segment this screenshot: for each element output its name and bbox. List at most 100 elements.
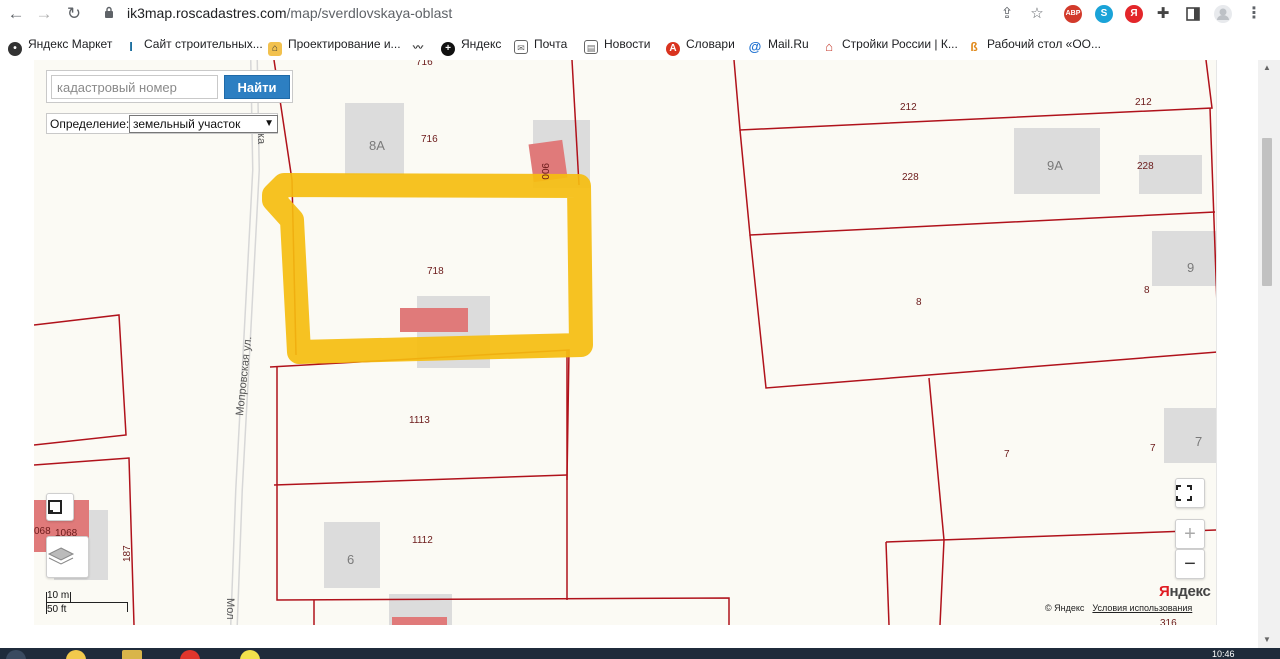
url-host: ik3map.roscadastres.com xyxy=(127,5,287,21)
house-number-8a: 8А xyxy=(369,138,385,153)
bookmark-workdesk[interactable]: ß Рабочий стол «ОО... xyxy=(967,34,1101,54)
house-number-7: 7 xyxy=(1195,434,1202,449)
taskbar-app-2-icon[interactable] xyxy=(240,650,260,659)
skype-extension-icon[interactable]: S xyxy=(1095,5,1113,23)
bookmark-news[interactable]: ▤ Новости xyxy=(584,34,650,54)
house-number-6: 6 xyxy=(347,552,354,567)
cadastral-map[interactable]: 8А 9А 9 7 6 716 716 718 1113 1112 212 21… xyxy=(34,60,1217,625)
envelope-icon: ✉ xyxy=(514,40,528,54)
chevron-down-icon: ▼ xyxy=(264,118,274,129)
ruler-icon xyxy=(48,500,62,514)
bookmark-dictionaries[interactable]: A Словари xyxy=(666,34,735,56)
plot-187: 187 xyxy=(122,545,133,562)
house-number-9: 9 xyxy=(1187,260,1194,275)
adblock-extension-icon[interactable]: ABP xyxy=(1064,5,1082,23)
street-name-moprovskaya: Мопровская ул. xyxy=(234,336,254,417)
bookmark-yandex-market[interactable]: • Яндекс Маркет xyxy=(8,34,112,56)
definition-control: Определение: земельный участок ▼ xyxy=(46,113,278,134)
street-name-top: ка xyxy=(255,133,267,145)
map-copyright: © Яндекс Условия использования xyxy=(1045,603,1193,613)
scale-metric: 10 m xyxy=(47,590,70,601)
plot-716-top: 716 xyxy=(416,60,433,68)
ruler-tool-button[interactable] xyxy=(46,493,74,521)
roof-icon: ⌂ xyxy=(825,39,833,54)
bookmark-construction-site[interactable]: I Сайт строительных... xyxy=(124,34,263,54)
buildings xyxy=(54,103,1216,625)
zoom-out-button[interactable]: − xyxy=(1175,549,1205,579)
text-cursor-icon: I xyxy=(129,39,133,54)
yandex-logo: Яндекс xyxy=(1159,583,1211,600)
scale-bar: 10 m 50 ft xyxy=(46,589,130,619)
plot-212a: 212 xyxy=(900,102,917,113)
street-name-bottom: Мол xyxy=(224,598,236,620)
cadastral-number-input[interactable] xyxy=(51,75,218,99)
bookmark-star-icon[interactable]: ☆ xyxy=(1027,4,1047,24)
start-button-icon[interactable] xyxy=(6,650,26,659)
zoom-in-button[interactable]: + xyxy=(1175,519,1205,549)
definition-selected-value: земельный участок xyxy=(133,117,241,131)
taskbar-browser-icon[interactable] xyxy=(180,650,200,659)
back-icon[interactable]: ← xyxy=(5,3,27,25)
yandex-extension-icon[interactable]: Я xyxy=(1125,5,1143,23)
bookmark-design[interactable]: ⌂ Проектирование и... xyxy=(268,34,401,56)
bookmark-mail[interactable]: ✉ Почта xyxy=(514,34,567,54)
fullscreen-icon xyxy=(1176,485,1192,501)
house-icon: ⌂ xyxy=(268,42,282,56)
plot-1112: 1112 xyxy=(412,535,433,546)
bookmark-wave[interactable]: 〰 xyxy=(411,34,431,54)
plot-316: 316 xyxy=(1160,618,1177,625)
forward-icon[interactable]: → xyxy=(33,3,55,25)
fullscreen-button[interactable] xyxy=(1175,478,1205,508)
scroll-down-arrow-icon[interactable]: ▼ xyxy=(1263,635,1271,644)
extensions-puzzle-icon[interactable]: ✚ xyxy=(1153,4,1173,24)
taskbar-explorer-icon[interactable] xyxy=(122,650,142,659)
plot-718: 718 xyxy=(427,266,444,277)
browser-menu-icon[interactable]: ⋮ xyxy=(1244,4,1264,24)
map-canvas[interactable]: 8А 9А 9 7 6 716 716 718 1113 1112 212 21… xyxy=(34,60,1217,625)
side-panel-icon[interactable] xyxy=(1183,4,1203,24)
plot-900: 900 xyxy=(539,163,550,180)
dictionary-icon: A xyxy=(666,42,680,56)
reload-icon[interactable]: ↻ xyxy=(63,3,85,25)
plot-1113: 1113 xyxy=(409,415,430,426)
scrollbar-thumb[interactable] xyxy=(1262,138,1272,286)
bookmark-mailru[interactable]: @ Mail.Ru xyxy=(748,34,809,54)
plot-228a: 228 xyxy=(902,172,919,183)
plot-8b: 8 xyxy=(1144,285,1150,296)
find-button[interactable]: Найти xyxy=(224,75,290,99)
lock-icon xyxy=(105,6,113,18)
house-number-9a: 9А xyxy=(1047,158,1063,173)
cadastral-search-panel: Найти xyxy=(46,70,293,103)
plot-7a: 7 xyxy=(1004,449,1010,460)
at-sign-icon: @ xyxy=(748,39,762,54)
terms-of-use-link[interactable]: Условия использования xyxy=(1092,603,1192,613)
definition-select[interactable]: земельный участок ▼ xyxy=(129,115,278,133)
url-bar[interactable]: ik3map.roscadastres.com/map/sverdlovskay… xyxy=(94,2,1069,26)
browser-chrome: ← → ↻ ik3map.roscadastres.com/map/sverdl… xyxy=(0,0,1280,60)
bookmarks-bar: • Яндекс Маркет I Сайт строительных... ⌂ Пр… xyxy=(0,30,1280,58)
address-bar-row: ← → ↻ ik3map.roscadastres.com/map/sverdl… xyxy=(0,0,1280,29)
scroll-up-arrow-icon[interactable]: ▲ xyxy=(1263,63,1271,72)
bitrix-icon: ß xyxy=(970,40,978,54)
os-taskbar: 10:46 xyxy=(0,648,1280,659)
share-icon[interactable]: ⇪ xyxy=(997,4,1017,24)
plot-8a: 8 xyxy=(916,297,922,308)
bookmark-stroyki[interactable]: ⌂ Стройки России | К... xyxy=(822,34,958,54)
taskbar-clock: 10:46 xyxy=(1212,649,1235,659)
newspaper-icon: ▤ xyxy=(584,40,598,54)
plot-228b: 228 xyxy=(1137,161,1154,172)
layers-icon xyxy=(47,547,75,565)
profile-avatar-icon[interactable] xyxy=(1213,4,1233,24)
plot-7b: 7 xyxy=(1150,443,1156,454)
url-path: /map/sverdlovskaya-oblast xyxy=(286,5,453,21)
plot-212b: 212 xyxy=(1135,97,1152,108)
layers-button[interactable] xyxy=(46,536,89,578)
plot-716: 716 xyxy=(421,134,438,145)
vertical-scrollbar[interactable]: ▲ ▼ xyxy=(1258,60,1280,648)
url-text[interactable]: ik3map.roscadastres.com/map/sverdlovskay… xyxy=(127,5,452,21)
wave-icon: 〰 xyxy=(413,43,423,54)
yandex-market-icon: • xyxy=(8,42,22,56)
taskbar-app-1-icon[interactable] xyxy=(66,650,86,659)
definition-label: Определение: xyxy=(50,117,130,131)
bookmark-yandex[interactable]: + Яндекс xyxy=(441,34,501,56)
